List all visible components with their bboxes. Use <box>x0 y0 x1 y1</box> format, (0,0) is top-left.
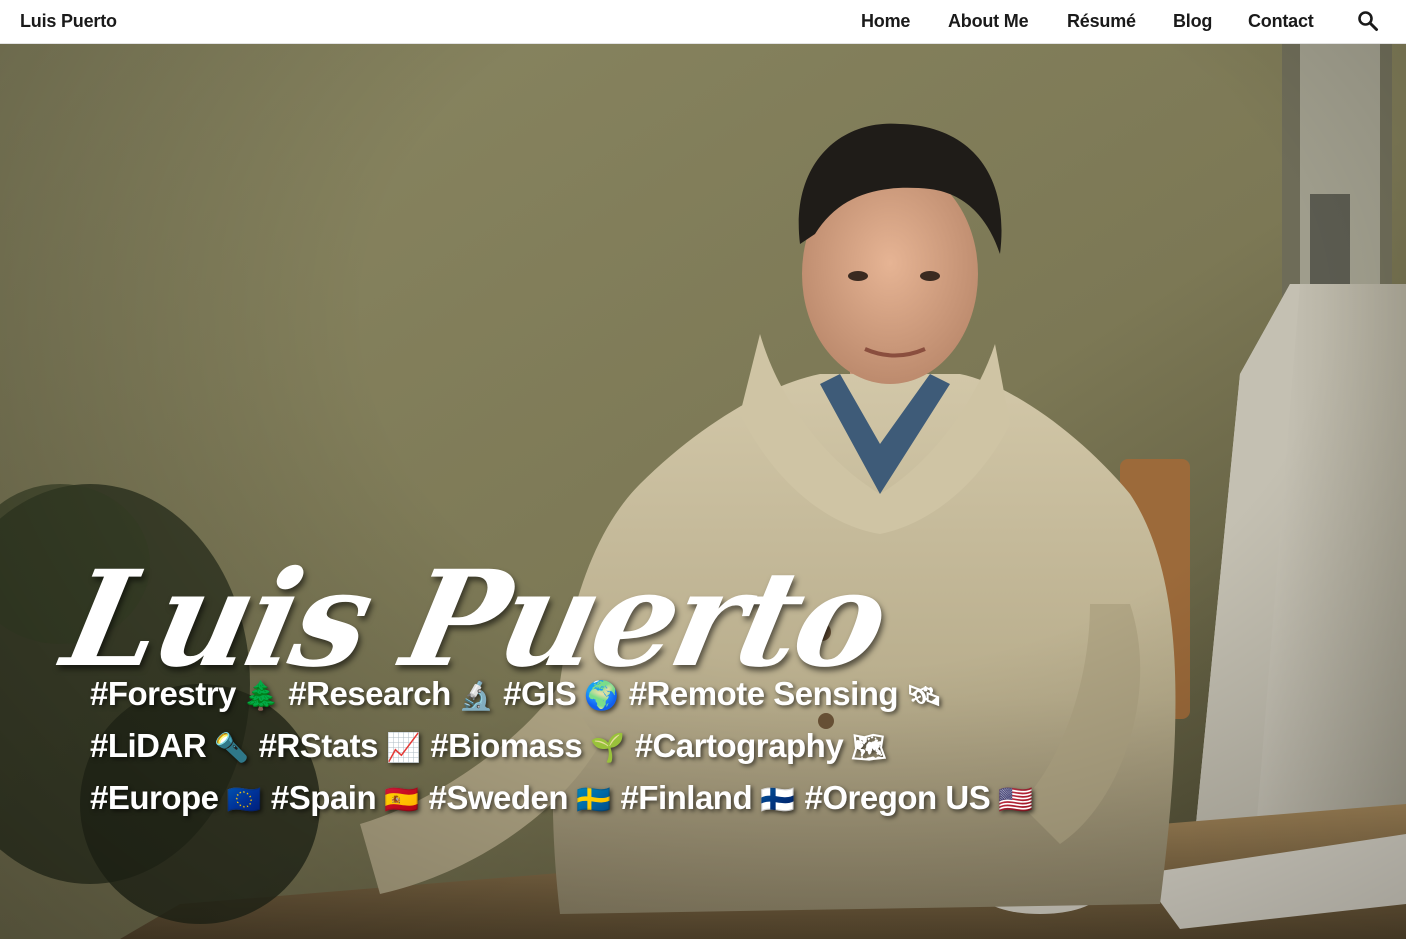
main-nav: Home About Me Résumé Blog Contact <box>0 11 1406 35</box>
tag-spain: #Spain <box>270 779 377 816</box>
tag-research: #Research <box>288 675 451 712</box>
nav-about-me[interactable]: About Me <box>948 11 1029 32</box>
finland-flag-icon: 🇫🇮 <box>760 784 795 815</box>
tree-icon: 🌲 <box>243 680 279 711</box>
search-icon <box>1358 11 1378 31</box>
nav-home[interactable]: Home <box>861 11 910 32</box>
flashlight-icon: 🔦 <box>214 732 249 763</box>
tag-oregon-us: #Oregon US <box>804 779 991 816</box>
hero-tags: #Forestry 🌲 #Research 🔬 #GIS 🌍 #Remote Sensing… <box>90 672 1043 828</box>
tag-europe: #Europe <box>90 779 219 816</box>
eu-flag-icon: 🇪🇺 <box>226 784 262 815</box>
globe-icon: 🌍 <box>584 680 619 711</box>
us-flag-icon: 🇺🇸 <box>998 784 1033 815</box>
search-button[interactable] <box>1356 10 1380 32</box>
chart-increasing-icon: 📈 <box>385 732 421 763</box>
microscope-icon: 🔬 <box>458 680 494 711</box>
tag-remote-sensing: #Remote Sensing <box>628 675 899 712</box>
spain-flag-icon: 🇪🇸 <box>384 784 419 815</box>
nav-resume[interactable]: Résumé <box>1067 11 1136 32</box>
tag-sweden: #Sweden <box>428 779 569 816</box>
top-navbar: Luis Puerto Home About Me Résumé Blog Co… <box>0 0 1406 44</box>
tag-cartography: #Cartography <box>634 727 844 764</box>
tag-line-3: #Europe 🇪🇺 #Spain 🇪🇸 #Sweden 🇸🇪 #Finland 🇫🇮 #Ore… <box>90 776 1043 828</box>
tag-forestry: #Forestry <box>90 675 236 712</box>
tag-gis: #GIS <box>503 675 577 712</box>
hero-section: Luis Puerto #Forestry 🌲 #Research 🔬 #GIS 🌍 #Re… <box>0 44 1406 939</box>
sweden-flag-icon: 🇸🇪 <box>576 784 611 815</box>
tag-rstats: #RStats <box>258 727 379 764</box>
world-map-icon: 🗺 <box>851 732 887 763</box>
tag-line-1: #Forestry 🌲 #Research 🔬 #GIS 🌍 #Remote Sensing… <box>90 672 1043 724</box>
tag-lidar: #LiDAR <box>90 727 207 764</box>
seedling-icon: 🌱 <box>590 732 625 763</box>
tag-biomass: #Biomass <box>430 727 583 764</box>
tag-finland: #Finland <box>620 779 753 816</box>
tag-line-2: #LiDAR 🔦 #RStats 📈 #Biomass 🌱 #Cartography 🗺 <box>90 724 1043 776</box>
satellite-icon: 🛰 <box>906 680 942 711</box>
nav-contact[interactable]: Contact <box>1248 11 1314 32</box>
nav-blog[interactable]: Blog <box>1173 11 1212 32</box>
